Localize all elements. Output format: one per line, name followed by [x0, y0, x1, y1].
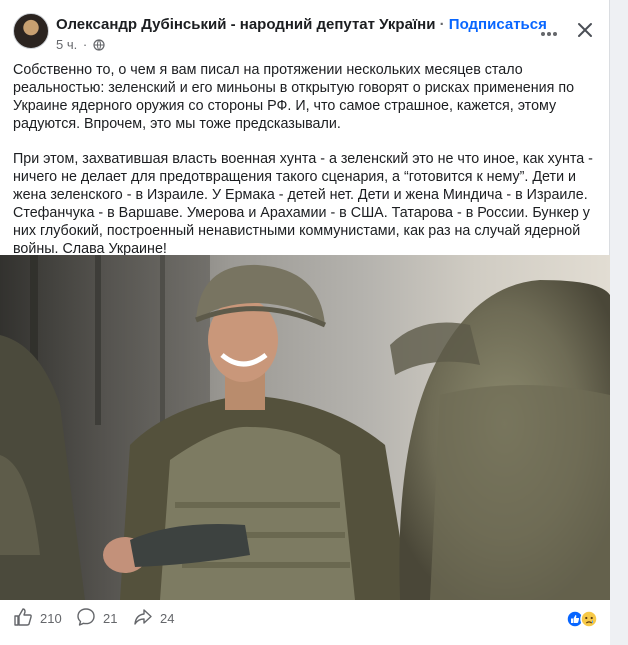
share-icon	[133, 607, 160, 630]
more-horizontal-icon	[540, 24, 558, 42]
reaction-emojis[interactable]	[566, 609, 602, 629]
close-button[interactable]	[571, 18, 599, 46]
sad-reaction-icon	[580, 610, 598, 628]
share-button[interactable]: 24	[133, 600, 174, 636]
post-meta: 5 ч. ·	[56, 37, 105, 54]
post-header: Олександр Дубінський - народний депутат …	[0, 0, 610, 60]
subscribe-button[interactable]: Подписаться	[449, 16, 547, 33]
share-count: 24	[160, 610, 175, 626]
meta-dot: ·	[82, 37, 88, 52]
title-separator: ·	[439, 16, 445, 33]
globe-icon	[93, 39, 105, 54]
reactions-bar: 210 21 24	[0, 600, 610, 645]
photo-illustration	[0, 255, 610, 600]
like-count: 210	[40, 610, 62, 626]
close-icon	[577, 22, 593, 43]
comment-icon	[76, 607, 103, 630]
author-name[interactable]: Олександр Дубінський - народний депутат …	[56, 16, 435, 33]
post-paragraph: При этом, захватившая власть военная хун…	[13, 151, 593, 257]
post-card: Олександр Дубінський - народний депутат …	[0, 0, 610, 645]
comment-count: 21	[103, 610, 118, 626]
post-timestamp[interactable]: 5 ч.	[56, 37, 77, 52]
post-photo[interactable]	[0, 255, 610, 600]
like-button[interactable]: 210	[13, 600, 62, 636]
post-text: Собственно то, о чем я вам писал на прот…	[13, 61, 601, 275]
comment-button[interactable]: 21	[76, 600, 117, 636]
more-options-button[interactable]	[536, 20, 562, 46]
author-avatar[interactable]	[13, 13, 49, 49]
post-paragraph: Собственно то, о чем я вам писал на прот…	[13, 62, 575, 132]
post-title-line: Олександр Дубінський - народний депутат …	[56, 16, 547, 33]
thumbs-up-icon	[13, 607, 40, 630]
